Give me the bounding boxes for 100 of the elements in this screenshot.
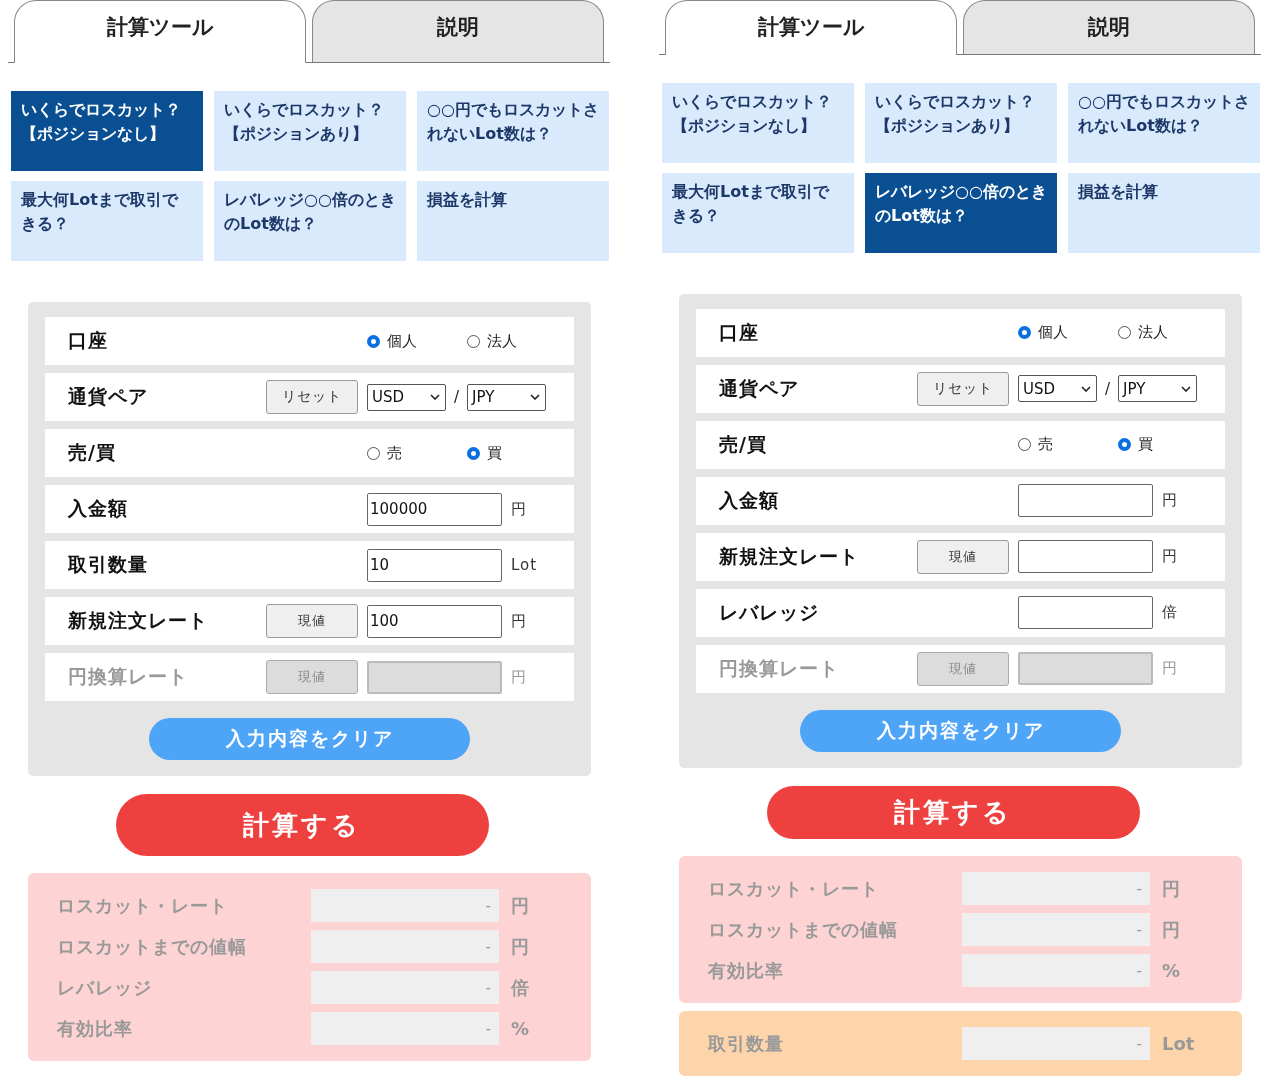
unit-label: 円 — [511, 667, 528, 687]
tab[interactable]: 説明 — [963, 0, 1255, 54]
separator: / — [1105, 379, 1111, 398]
radio-button[interactable] — [467, 334, 480, 348]
caret-icon — [430, 394, 440, 400]
unit-label: 円 — [1162, 491, 1179, 510]
currency-select[interactable]: JPY — [467, 383, 547, 411]
currency-select[interactable]: USD — [367, 383, 446, 411]
calculator-option[interactable]: いくらでロスカット？【ポジションなし】 — [662, 82, 854, 163]
tab[interactable]: 説明 — [312, 0, 604, 62]
calculator-option[interactable]: いくらでロスカット？【ポジションあり】 — [214, 91, 406, 171]
radio-label[interactable]: 買 — [487, 443, 502, 463]
calculator-option[interactable]: いくらでロスカット？【ポジションあり】 — [865, 82, 1057, 163]
radio-button[interactable] — [367, 446, 380, 460]
radio-button[interactable] — [1018, 326, 1031, 339]
result-label: ロスカット・レート — [57, 893, 229, 918]
result-value: - — [962, 954, 1150, 987]
calculator-option[interactable]: レバレッジ○○倍のときのLot数は？ — [865, 172, 1057, 253]
radio-button[interactable] — [467, 446, 480, 460]
unit-label: 円 — [1162, 917, 1181, 942]
result-value: - — [962, 872, 1150, 905]
input-field[interactable] — [1018, 484, 1153, 517]
result-value: - — [962, 913, 1150, 946]
input-field[interactable] — [1018, 540, 1153, 573]
calculator-option[interactable]: 最大何Lotまで取引できる？ — [662, 172, 854, 253]
calculator-option[interactable]: ○○円でもロスカットされないLot数は？ — [417, 91, 609, 171]
result-value: - — [962, 1027, 1150, 1060]
calculator-option[interactable]: 損益を計算 — [417, 181, 609, 261]
unit-label: % — [1162, 960, 1182, 981]
radio-label[interactable]: 売 — [1038, 435, 1053, 454]
radio-label[interactable]: 買 — [1138, 435, 1153, 454]
currency-select[interactable]: USD — [1018, 375, 1097, 402]
radio-button[interactable] — [1118, 438, 1131, 451]
calculate-button[interactable]: 計算する — [115, 794, 489, 856]
field-label: 通貨ペア — [68, 384, 149, 409]
field-label: 入金額 — [719, 487, 780, 513]
calculator-option[interactable]: いくらでロスカット？【ポジションなし】 — [11, 91, 203, 171]
result-value: - — [311, 889, 499, 922]
radio-button[interactable] — [1118, 326, 1131, 339]
field-label: 新規注文レート — [68, 608, 209, 633]
unit-label: 円 — [511, 499, 528, 519]
currency-select[interactable]: JPY — [1118, 375, 1198, 402]
calculator-option[interactable]: 損益を計算 — [1068, 172, 1260, 253]
input-field[interactable]: 10 — [367, 548, 502, 582]
unit-label: % — [511, 1018, 531, 1039]
result-value: - — [311, 971, 499, 1004]
radio-label[interactable]: 個人 — [1038, 323, 1068, 342]
field-label: 円換算レート — [68, 664, 189, 689]
radio-button[interactable] — [367, 334, 380, 348]
tab[interactable]: 計算ツール — [665, 0, 957, 55]
result-label: 有効比率 — [57, 1016, 134, 1041]
calculate-button[interactable]: 計算する — [766, 785, 1140, 839]
result-label: 取引数量 — [708, 1031, 785, 1056]
unit-label: Lot — [511, 556, 539, 574]
result-value: - — [311, 930, 499, 963]
unit-label: 円 — [1162, 876, 1181, 901]
caret-icon — [1181, 385, 1192, 392]
field-label: 入金額 — [68, 496, 129, 521]
current-price-button[interactable]: 現値 — [266, 604, 358, 638]
field-label: レバレッジ — [719, 599, 820, 625]
result-label: ロスカットまでの値幅 — [57, 934, 248, 959]
unit-label: 円 — [1162, 547, 1179, 566]
caret-icon — [1081, 385, 1091, 392]
calculator-option[interactable]: ○○円でもロスカットされないLot数は？ — [1068, 82, 1260, 163]
field-label: 円換算レート — [719, 655, 840, 681]
field-label: 口座 — [719, 319, 760, 345]
unit-label: 円 — [1162, 659, 1179, 678]
field-label: 売/買 — [68, 440, 117, 465]
current-price-button[interactable]: 現値 — [917, 539, 1009, 574]
field-label: 通貨ペア — [719, 375, 800, 401]
unit-label: Lot — [1162, 1033, 1196, 1054]
unit-label: 円 — [511, 611, 528, 631]
calculator-option[interactable]: 最大何Lotまで取引できる？ — [11, 181, 203, 261]
input-field[interactable]: 100 — [367, 604, 502, 638]
radio-label[interactable]: 法人 — [487, 331, 517, 351]
result-label: ロスカットまでの値幅 — [708, 917, 899, 942]
radio-label[interactable]: 売 — [387, 443, 402, 463]
radio-label[interactable]: 法人 — [1138, 323, 1168, 342]
separator: / — [454, 388, 460, 406]
unit-label: 円 — [511, 934, 530, 959]
unit-label: 円 — [511, 893, 530, 918]
calculator-option[interactable]: レバレッジ○○倍のときのLot数は？ — [214, 181, 406, 261]
reset-button[interactable]: リセット — [917, 371, 1009, 406]
result-value: - — [311, 1012, 499, 1045]
field-label: 売/買 — [719, 431, 768, 457]
result-label: レバレッジ — [57, 975, 153, 1000]
field-label: 口座 — [68, 328, 109, 353]
reset-button[interactable]: リセット — [266, 380, 358, 414]
field-label: 取引数量 — [68, 552, 149, 577]
field-label: 新規注文レート — [719, 543, 860, 569]
radio-button[interactable] — [1018, 438, 1031, 451]
radio-label[interactable]: 個人 — [387, 331, 417, 351]
input-field[interactable]: 100000 — [367, 492, 502, 526]
input-field[interactable] — [1018, 596, 1153, 629]
unit-label: 倍 — [1162, 603, 1179, 622]
result-label: ロスカット・レート — [708, 876, 880, 901]
result-label: 有効比率 — [708, 958, 785, 983]
caret-icon — [530, 394, 541, 400]
tab[interactable]: 計算ツール — [14, 0, 306, 63]
unit-label: 倍 — [511, 975, 530, 1000]
